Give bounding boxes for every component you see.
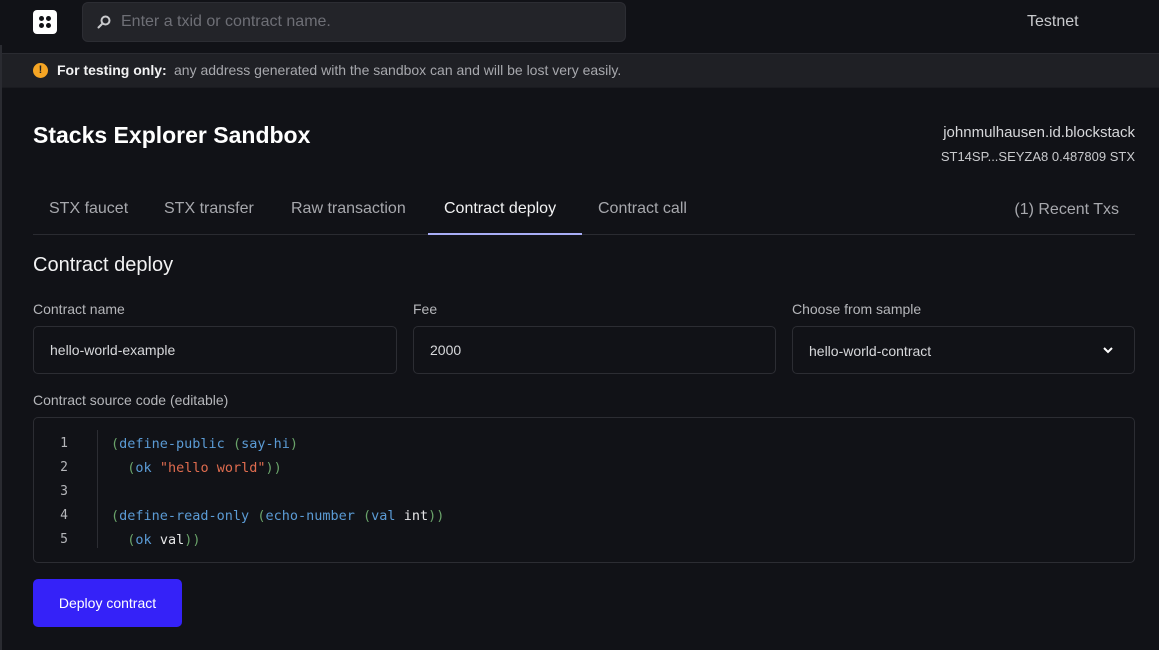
tab-stx-faucet[interactable]: STX faucet	[33, 190, 144, 235]
code-keyword: val	[371, 508, 396, 524]
stacks-logo-icon[interactable]	[33, 10, 57, 34]
code-paren: (	[111, 508, 120, 524]
code-keyword: define-read-only	[119, 508, 250, 524]
line-number: 3	[60, 484, 68, 499]
code-paren: )	[265, 460, 274, 476]
search-input[interactable]	[121, 3, 611, 41]
contract-name-input[interactable]	[34, 327, 396, 373]
code-paren: )	[289, 436, 299, 452]
sample-label: Choose from sample	[792, 301, 922, 317]
code-keyword: ok	[135, 532, 152, 548]
contract-name-label: Contract name	[33, 301, 125, 317]
deploy-contract-button[interactable]: Deploy contract	[33, 579, 182, 627]
tab-contract-call[interactable]: Contract call	[582, 190, 703, 235]
code-line: (ok val))	[111, 528, 444, 552]
fee-field[interactable]	[413, 326, 776, 374]
tab-raw-transaction[interactable]: Raw transaction	[275, 190, 422, 235]
code-label: Contract source code (editable)	[33, 392, 229, 408]
code-keyword: define-public	[119, 436, 225, 452]
code-editor[interactable]: 1 2 3 4 5 (define-public (say-hi) (ok "h…	[33, 417, 1135, 563]
code-keyword: say-hi	[241, 436, 290, 452]
code-keyword: ok	[135, 460, 152, 476]
code-string: "hello world"	[159, 460, 266, 476]
network-selector[interactable]: Testnet	[1027, 13, 1079, 31]
tab-bar: STX faucet STX transfer Raw transaction …	[33, 190, 1135, 235]
fee-input[interactable]	[414, 327, 775, 373]
tab-stx-transfer[interactable]: STX transfer	[148, 190, 270, 235]
warning-icon: !	[33, 63, 48, 78]
user-name: johnmulhausen.id.blockstack	[943, 124, 1135, 141]
code-line: (define-read-only (echo-number (val int)…	[111, 504, 444, 528]
fee-label: Fee	[413, 301, 438, 317]
code-identifier: val	[159, 532, 185, 548]
top-bar: Testnet	[0, 0, 1159, 53]
sample-select-value: hello-world-contract	[809, 343, 932, 359]
code-paren: )	[428, 508, 437, 524]
gutter-divider	[97, 430, 98, 548]
line-number: 5	[60, 532, 68, 547]
testing-banner: ! For testing only: any address generate…	[2, 53, 1159, 88]
recent-txs-button[interactable]: (1) Recent Txs	[1014, 190, 1119, 230]
code-paren: (	[232, 436, 242, 452]
code-paren: (	[111, 436, 120, 452]
contract-name-field[interactable]	[33, 326, 397, 374]
page-title: Stacks Explorer Sandbox	[33, 122, 311, 148]
code-paren: (	[363, 508, 372, 524]
section-title: Contract deploy	[33, 254, 174, 276]
code-keyword: echo-number	[265, 508, 355, 524]
chevron-down-icon	[1103, 347, 1113, 354]
left-border	[0, 45, 2, 650]
sample-select[interactable]: hello-world-contract	[792, 326, 1135, 374]
code-type: int	[403, 508, 429, 524]
banner-text: any address generated with the sandbox c…	[174, 62, 622, 78]
code-line: (ok "hello world"))	[111, 456, 444, 480]
code-paren: )	[436, 508, 445, 524]
search-icon	[97, 15, 111, 29]
code-paren: )	[192, 532, 201, 548]
search-box[interactable]	[82, 2, 626, 42]
line-number-gutter: 1 2 3 4 5	[34, 432, 97, 552]
code-line: (define-public (say-hi)	[111, 432, 444, 456]
code-paren: )	[273, 460, 282, 476]
tab-contract-deploy[interactable]: Contract deploy	[428, 190, 582, 235]
line-number: 2	[60, 460, 68, 475]
banner-strong-text: For testing only:	[57, 62, 167, 78]
code-content[interactable]: (define-public (say-hi) (ok "hello world…	[111, 432, 444, 552]
line-number: 4	[60, 508, 68, 523]
line-number: 1	[60, 436, 68, 451]
user-address-balance: ST14SP...SEYZA8 0.487809 STX	[940, 149, 1135, 164]
